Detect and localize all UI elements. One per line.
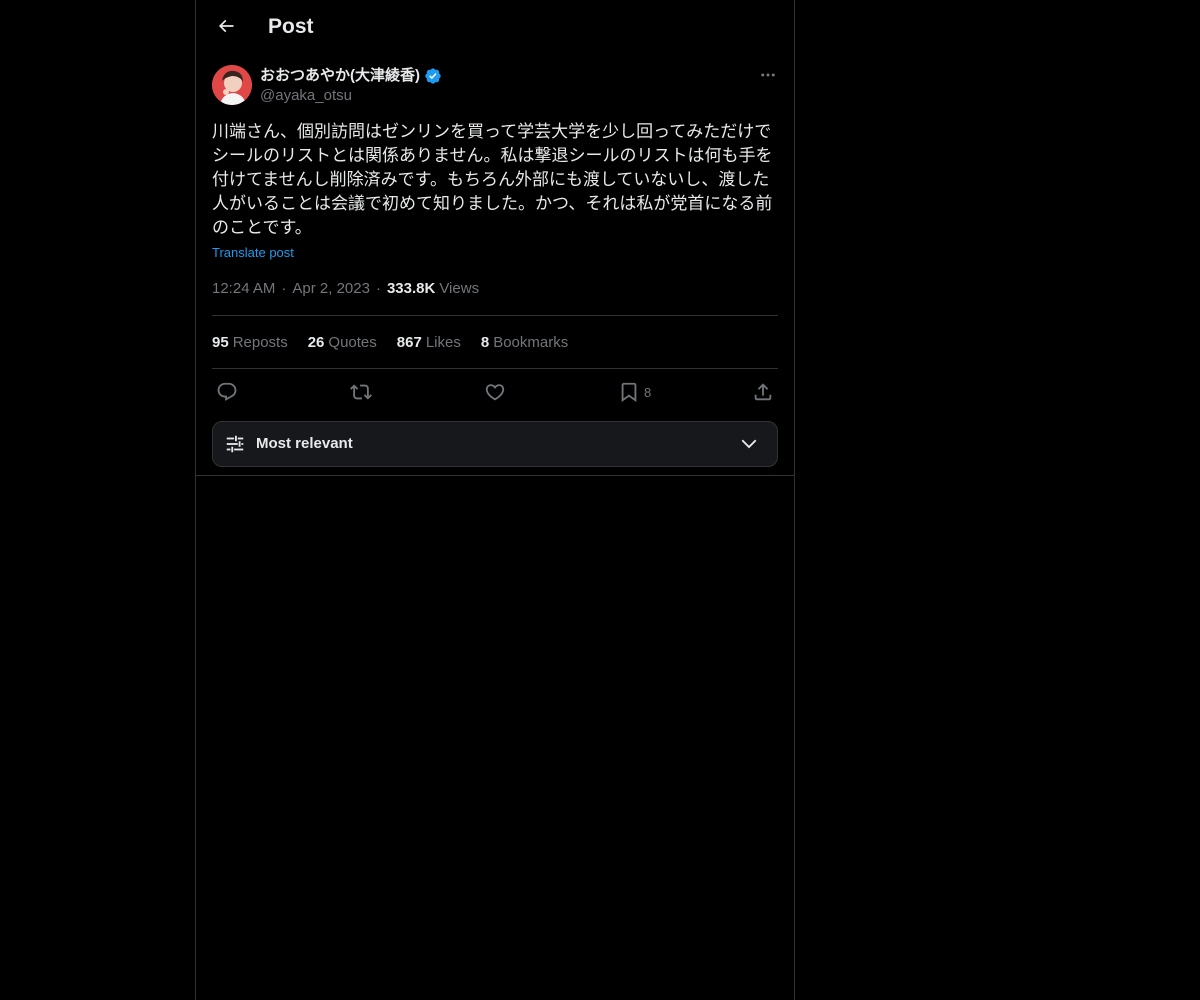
author-name-group[interactable]: おおつあやか(大津綾香) [260,66,442,86]
views-label: Views [439,280,480,297]
author-handle[interactable]: @ayaka_otsu [260,86,352,106]
sort-label: Most relevant [256,435,353,452]
back-button[interactable] [208,8,244,44]
bookmark-button[interactable]: 8 [618,381,651,403]
bookmarks-stat[interactable]: 8 Bookmarks [481,334,568,351]
arrow-left-icon [218,19,234,33]
reply-button[interactable] [216,381,238,403]
bookmarks-label: Bookmarks [493,333,569,351]
quotes-stat[interactable]: 26 Quotes [308,334,377,351]
post-meta: 12:24 AM · Apr 2, 2023 · 333.8K Views [212,279,778,299]
more-options-button[interactable] [758,64,778,86]
page-title: Post [268,15,314,38]
engagement-stats: 95 Reposts 26 Quotes 867 Likes 8 Bookmarks [212,316,778,368]
author-row: おおつあやか(大津綾香) @ayaka_otsu [212,64,778,106]
author-display-name[interactable]: おおつあやか(大津綾香) [260,66,420,86]
reply-sort-dropdown[interactable]: Most relevant [212,421,778,467]
quotes-count: 26 [307,333,325,351]
bookmark-count: 8 [644,384,652,400]
more-dots-icon [761,73,775,77]
chevron-down-icon [741,439,757,449]
meta-separator: · [281,280,287,297]
reply-icon [217,382,237,401]
action-bar: 8 [212,369,778,416]
likes-count: 867 [396,333,422,351]
post-time[interactable]: 12:24 AM [212,279,275,299]
views-count: 333.8K [386,280,436,297]
post-article: おおつあやか(大津綾香) @ayaka_otsu 川端さん、個別訪問はゼンリンを… [212,64,778,416]
post-date[interactable]: Apr 2, 2023 [292,279,370,299]
repost-button[interactable] [350,381,372,403]
bookmark-icon [621,382,637,403]
share-icon [754,383,772,401]
share-button[interactable] [752,381,774,403]
verified-badge-icon[interactable] [424,67,442,85]
reposts-label: Reposts [232,333,288,351]
divider [196,475,794,476]
page-header: Post [196,0,794,53]
like-button[interactable] [484,381,506,403]
translate-post-link[interactable]: Translate post [212,244,294,262]
bookmarks-count: 8 [480,333,490,351]
reposts-stat[interactable]: 95 Reposts [212,334,288,351]
avatar[interactable] [212,65,252,105]
repost-icon [350,384,372,400]
reposts-count: 95 [212,333,229,351]
likes-label: Likes [425,333,461,351]
meta-separator: · [375,280,381,297]
likes-stat[interactable]: 867 Likes [397,334,461,351]
primary-column: Post おおつあやか(大津綾香) @ayaka_otsu 川端さん、個別訪問は… [195,0,795,1000]
sliders-icon [226,435,244,453]
quotes-label: Quotes [328,333,377,351]
post-text: 川端さん、個別訪問はゼンリンを買って学芸大学を少し回ってみただけでシールのリスト… [212,122,773,238]
heart-icon [485,384,505,401]
